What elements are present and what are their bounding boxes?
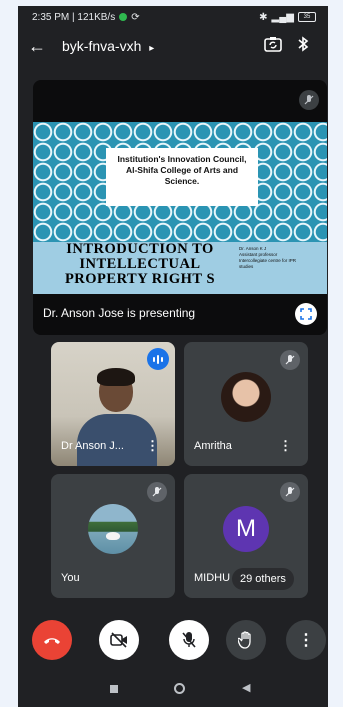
slide-presenter-line: studies: [239, 264, 254, 269]
signal-icon: ▂▄▆: [271, 11, 294, 23]
presentation-tile[interactable]: Institution's Innovation Council, Al-Shi…: [33, 80, 327, 335]
sync-icon: ⟳: [131, 11, 140, 23]
others-count-badge[interactable]: 29 others: [232, 568, 294, 590]
mic-toggle-button[interactable]: [169, 620, 209, 660]
call-controls: ⋮: [18, 618, 328, 662]
back-icon[interactable]: ◀: [242, 681, 250, 694]
slide-header-line: Al-Shifa College of Arts and: [125, 165, 239, 175]
recents-icon[interactable]: [110, 685, 118, 693]
fullscreen-icon: [300, 308, 312, 320]
battery-icon: 35: [298, 12, 316, 22]
participant-name: Dr Anson J...: [61, 440, 124, 452]
back-arrow-icon[interactable]: ←: [28, 36, 52, 57]
camera-toggle-button[interactable]: [99, 620, 139, 660]
end-call-button[interactable]: [32, 620, 72, 660]
participant-tile[interactable]: M MIDHU 29 others: [184, 474, 308, 598]
meeting-top-bar: ← byk-fnva-vxh ▸: [18, 28, 328, 64]
mic-off-icon: [280, 350, 300, 370]
home-icon[interactable]: [174, 683, 185, 694]
mic-off-icon: [147, 482, 167, 502]
participant-name: You: [61, 572, 80, 584]
end-call-icon: [44, 638, 60, 644]
slide-header-line: Science.: [164, 176, 200, 186]
presentation-slide: Institution's Innovation Council, Al-Shi…: [33, 122, 327, 294]
fullscreen-button[interactable]: [295, 303, 317, 325]
status-bar: 2:35 PM | 121KB/s ⟳ ✱ ▂▄▆ 35: [18, 6, 328, 28]
slide-title-line: INTRODUCTION TO: [66, 241, 214, 257]
bluetooth-icon[interactable]: [288, 36, 318, 56]
slide-title: INTRODUCTION TO INTELLECTUAL PROPERTY RI…: [37, 242, 243, 287]
camera-off-icon: [110, 632, 127, 648]
system-nav-bar: ◀: [18, 674, 328, 704]
slide-header-box: Institution's Innovation Council, Al-Shi…: [106, 148, 258, 206]
more-options-button[interactable]: ⋮: [286, 620, 326, 660]
participant-tile[interactable]: You: [51, 474, 175, 598]
more-vert-icon: ⋮: [298, 632, 314, 649]
status-time: 2:35 PM | 121KB/s: [32, 11, 116, 23]
mic-off-icon: [182, 632, 196, 648]
slide-title-line: PROPERTY RIGHT S: [64, 271, 216, 287]
participant-name: Amritha: [194, 440, 232, 452]
more-vert-icon[interactable]: ⋮: [279, 438, 292, 454]
switch-camera-icon[interactable]: [258, 36, 288, 56]
phone-screen: 2:35 PM | 121KB/s ⟳ ✱ ▂▄▆ 35 ← byk-fnva-…: [18, 6, 328, 707]
slide-header-line: Institution's Innovation Council,: [117, 154, 247, 164]
slide-title-line: INTELLECTUAL: [79, 256, 201, 272]
raise-hand-button[interactable]: [226, 620, 266, 660]
participant-tile[interactable]: Dr Anson J... ⋮: [51, 342, 175, 466]
avatar: [221, 372, 271, 422]
slide-presenter-info: Dr. Anson K J Assistant professor Interc…: [239, 246, 323, 270]
avatar: M: [223, 506, 269, 552]
whatsapp-icon: [119, 13, 128, 21]
mic-off-icon: [299, 90, 319, 110]
more-vert-icon[interactable]: ⋮: [146, 438, 159, 454]
participant-name: MIDHU: [194, 572, 231, 584]
avatar: [88, 504, 138, 554]
raise-hand-icon: [238, 631, 251, 649]
meeting-code: byk-fnva-vxh: [62, 38, 142, 54]
bluetooth-status-icon: ✱: [259, 11, 268, 23]
meeting-title[interactable]: byk-fnva-vxh ▸: [62, 38, 258, 54]
presenting-caption: Dr. Anson Jose is presenting: [43, 306, 196, 320]
mic-off-icon: [280, 482, 300, 502]
speaking-indicator-icon: [147, 348, 169, 370]
chevron-right-icon: ▸: [149, 43, 155, 54]
participant-tile[interactable]: Amritha ⋮: [184, 342, 308, 466]
